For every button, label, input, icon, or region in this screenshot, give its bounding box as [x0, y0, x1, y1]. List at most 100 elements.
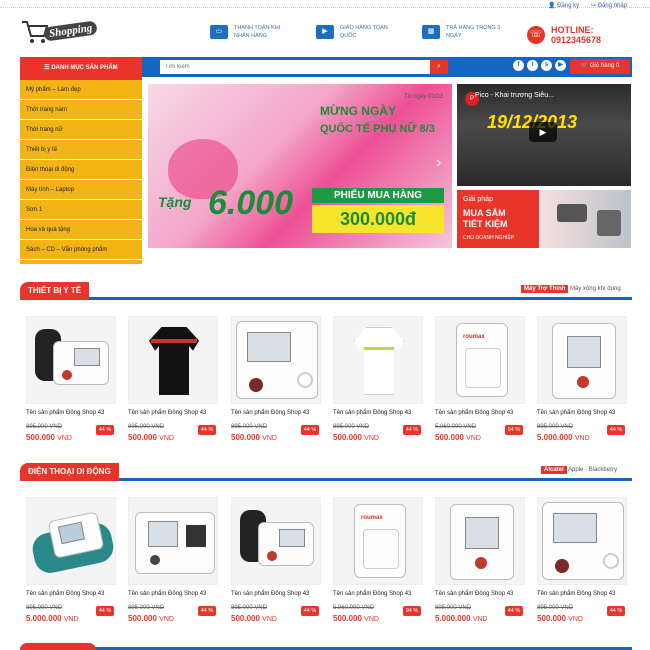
sidebar-item-may-tinh[interactable]: Máy tính – Laptop — [20, 180, 142, 200]
product-image[interactable] — [128, 316, 218, 404]
product-price: 500.000 VND — [537, 614, 583, 623]
banner-date: Từ ngày 01/03 — [404, 94, 444, 100]
search-input[interactable] — [160, 60, 430, 74]
chevron-right-icon[interactable]: › — [436, 154, 441, 172]
discount-badge: 44 % — [96, 425, 114, 435]
banner-voucher-label: PHIẾU MUA HÀNG — [312, 188, 444, 203]
product-price-value: 500.000 — [231, 614, 260, 623]
search-button[interactable]: ⌕ — [430, 60, 448, 74]
sidebar-item-sach-cd[interactable]: Sách – CD – Văn phòng phẩm — [20, 240, 142, 260]
product-card[interactable]: Tên sản phẩm Đông Shop 43 895.000 VND 5.00… — [535, 316, 631, 446]
sidebar-item-hoa-qua-tang[interactable]: Hoa và quà tặng — [20, 220, 142, 240]
next-section-title — [20, 643, 96, 650]
product-price: 500.000 VND — [128, 614, 174, 623]
product-card[interactable]: Tên sản phẩm Đông Shop 43 895.000 VND 500.… — [229, 497, 325, 627]
product-name[interactable]: Tên sản phẩm Đông Shop 43 — [333, 591, 411, 597]
product-name[interactable]: Tên sản phẩm Đông Shop 43 — [26, 591, 104, 597]
cart-button[interactable]: 🛒 Giỏ hàng 0 — [570, 59, 630, 74]
product-currency: VND — [574, 435, 590, 442]
tab-apple[interactable]: Apple — [568, 467, 583, 473]
sidebar-item-son-1[interactable]: Sơn 1 — [20, 200, 142, 220]
product-image[interactable] — [435, 497, 525, 585]
product-image[interactable] — [537, 497, 627, 585]
product-image[interactable] — [333, 316, 423, 404]
promo-banner[interactable]: Giải pháp MUA SẮM TIẾT KIỆM CHO DOANH NG… — [457, 190, 631, 248]
product-price-value: 500.000 — [26, 433, 55, 442]
product-image[interactable]: roumax — [435, 316, 525, 404]
page: 👤 Đăng ký ↪ Đăng nhập Shopping ▭ Thanh t… — [0, 0, 650, 650]
product-card[interactable]: Tên sản phẩm Đông Shop 43 895.000 VND 500.… — [535, 497, 631, 627]
product-price: 5.000.000 VND — [537, 433, 590, 442]
product-name[interactable]: Tên sản phẩm Đông Shop 43 — [231, 410, 309, 416]
sidebar-item-thiet-bi-y-te[interactable]: Thiết bị y tế — [20, 140, 142, 160]
play-icon[interactable]: ▶ — [529, 122, 557, 142]
product-image[interactable] — [128, 497, 218, 585]
product-image[interactable] — [537, 316, 627, 404]
product-image[interactable] — [26, 316, 116, 404]
product-name[interactable]: Tên sản phẩm Đông Shop 43 — [26, 410, 104, 416]
sidebar-item-dien-thoai[interactable]: Điện thoại di động — [20, 160, 142, 180]
product-name[interactable]: Tên sản phẩm Đông Shop 43 — [537, 591, 615, 597]
product-image[interactable] — [231, 316, 321, 404]
vacuum-graphic — [597, 210, 621, 236]
youtube-icon[interactable]: ▶ — [555, 60, 566, 71]
product-card[interactable]: Tên sản phẩm Đông Shop 43 895.000 VND 5.00… — [433, 497, 529, 627]
product-name[interactable]: Tên sản phẩm Đông Shop 43 — [435, 410, 513, 416]
product-card[interactable]: Tên sản phẩm Đông Shop 43 895.000 VND 500.… — [229, 316, 325, 446]
product-name[interactable]: Tên sản phẩm Đông Shop 43 — [333, 410, 411, 416]
tab-may-xong[interactable]: Máy xông khí dung — [570, 286, 621, 292]
printer-graphic — [557, 204, 587, 222]
tab-may-tro-thinh[interactable]: Máy Trợ Thính — [521, 285, 569, 293]
main-banner[interactable]: Từ ngày 01/03 MỪNG NGÀY QUỐC TẾ PHỤ NỮ 8… — [148, 84, 452, 248]
product-image[interactable]: roumax — [333, 497, 423, 585]
product-old-price: 895.000 VND — [537, 424, 574, 430]
product-card[interactable]: Tên sản phẩm Đông Shop 43 895.000 VND 500.… — [331, 316, 427, 446]
skype-icon[interactable]: s — [541, 60, 552, 71]
discount-badge: 44 % — [607, 425, 625, 435]
banner-title1: MỪNG NGÀY — [320, 104, 396, 118]
product-name[interactable]: Tên sản phẩm Đông Shop 43 — [128, 410, 206, 416]
tab-alcatel[interactable]: Alcatel — [541, 466, 567, 474]
truck-icon: ▶ — [316, 25, 334, 39]
search-icon: ⌕ — [437, 63, 441, 70]
banner-title2: QUỐC TẾ PHỤ NỮ 8/3 — [320, 123, 435, 135]
product-price: 5.000.000 VND — [435, 614, 488, 623]
product-price-value: 5.000.000 — [537, 433, 573, 442]
product-card[interactable]: roumax Tên sản phẩm Đông Shop 43 5.960.000… — [331, 497, 427, 627]
product-old-price: 895.000 VND — [435, 605, 472, 611]
feature-payment-text: Thanh toán khi nhận hàng — [234, 25, 281, 39]
category-menu-button[interactable]: ☰ Danh mục sản phẩm — [20, 57, 142, 80]
section-title[interactable]: ĐIỆN THOẠI DI ĐỘNG — [20, 463, 119, 481]
product-card[interactable]: Tên sản phẩm Đông Shop 43 895.000 VND 500.… — [126, 316, 222, 446]
product-card[interactable]: Tên sản phẩm Đông Shop 43 895.000 VND 500.… — [24, 316, 120, 446]
sidebar-item-my-pham[interactable]: Mỹ phẩm – Làm đẹp — [20, 80, 142, 100]
facebook-icon[interactable]: f — [513, 60, 524, 71]
tab-blackberry[interactable]: Blackberry — [589, 467, 617, 473]
twitter-icon[interactable]: t — [527, 60, 538, 71]
product-card[interactable]: Tên sản phẩm Đông Shop 43 895.000 VND 5.00… — [24, 497, 120, 627]
section-title[interactable]: THIẾT BỊ Y TẾ — [20, 282, 90, 300]
product-card[interactable]: roumax Tên sản phẩm Đông Shop 43 5.960.000… — [433, 316, 529, 446]
register-link[interactable]: 👤 Đăng ký — [548, 2, 579, 9]
product-price: 500.000 VND — [333, 433, 379, 442]
product-currency: VND — [63, 616, 79, 623]
sidebar-item-thoi-trang-nam[interactable]: Thời trang nam — [20, 100, 142, 120]
discount-badge: 44 % — [301, 606, 319, 616]
product-old-price: 895.000 VND — [537, 605, 574, 611]
product-card[interactable]: Tên sản phẩm Đông Shop 43 895.000 VND 500.… — [126, 497, 222, 627]
product-name[interactable]: Tên sản phẩm Đông Shop 43 — [128, 591, 206, 597]
cart-label: Giỏ hàng 0 — [589, 63, 620, 69]
product-image[interactable] — [231, 497, 321, 585]
product-name[interactable]: Tên sản phẩm Đông Shop 43 — [435, 591, 513, 597]
promo-line1: Giải pháp — [463, 196, 493, 203]
product-image[interactable] — [26, 497, 117, 585]
product-price-value: 500.000 — [537, 614, 566, 623]
product-name[interactable]: Tên sản phẩm Đông Shop 43 — [231, 591, 309, 597]
login-link[interactable]: ↪ Đăng nhập — [591, 2, 627, 9]
section-tabs: Máy Trợ Thính Máy xông khí dung — [521, 285, 621, 293]
video-banner[interactable]: P Pico - Khai trương Siêu... 19/12/2013 … — [457, 84, 631, 186]
product-name[interactable]: Tên sản phẩm Đông Shop 43 — [537, 410, 615, 416]
product-old-price: 895.000 VND — [26, 605, 63, 611]
sidebar-item-thoi-trang-nu[interactable]: Thời trang nữ — [20, 120, 142, 140]
feature-payment: ▭ Thanh toán khi nhận hàng — [210, 24, 290, 40]
